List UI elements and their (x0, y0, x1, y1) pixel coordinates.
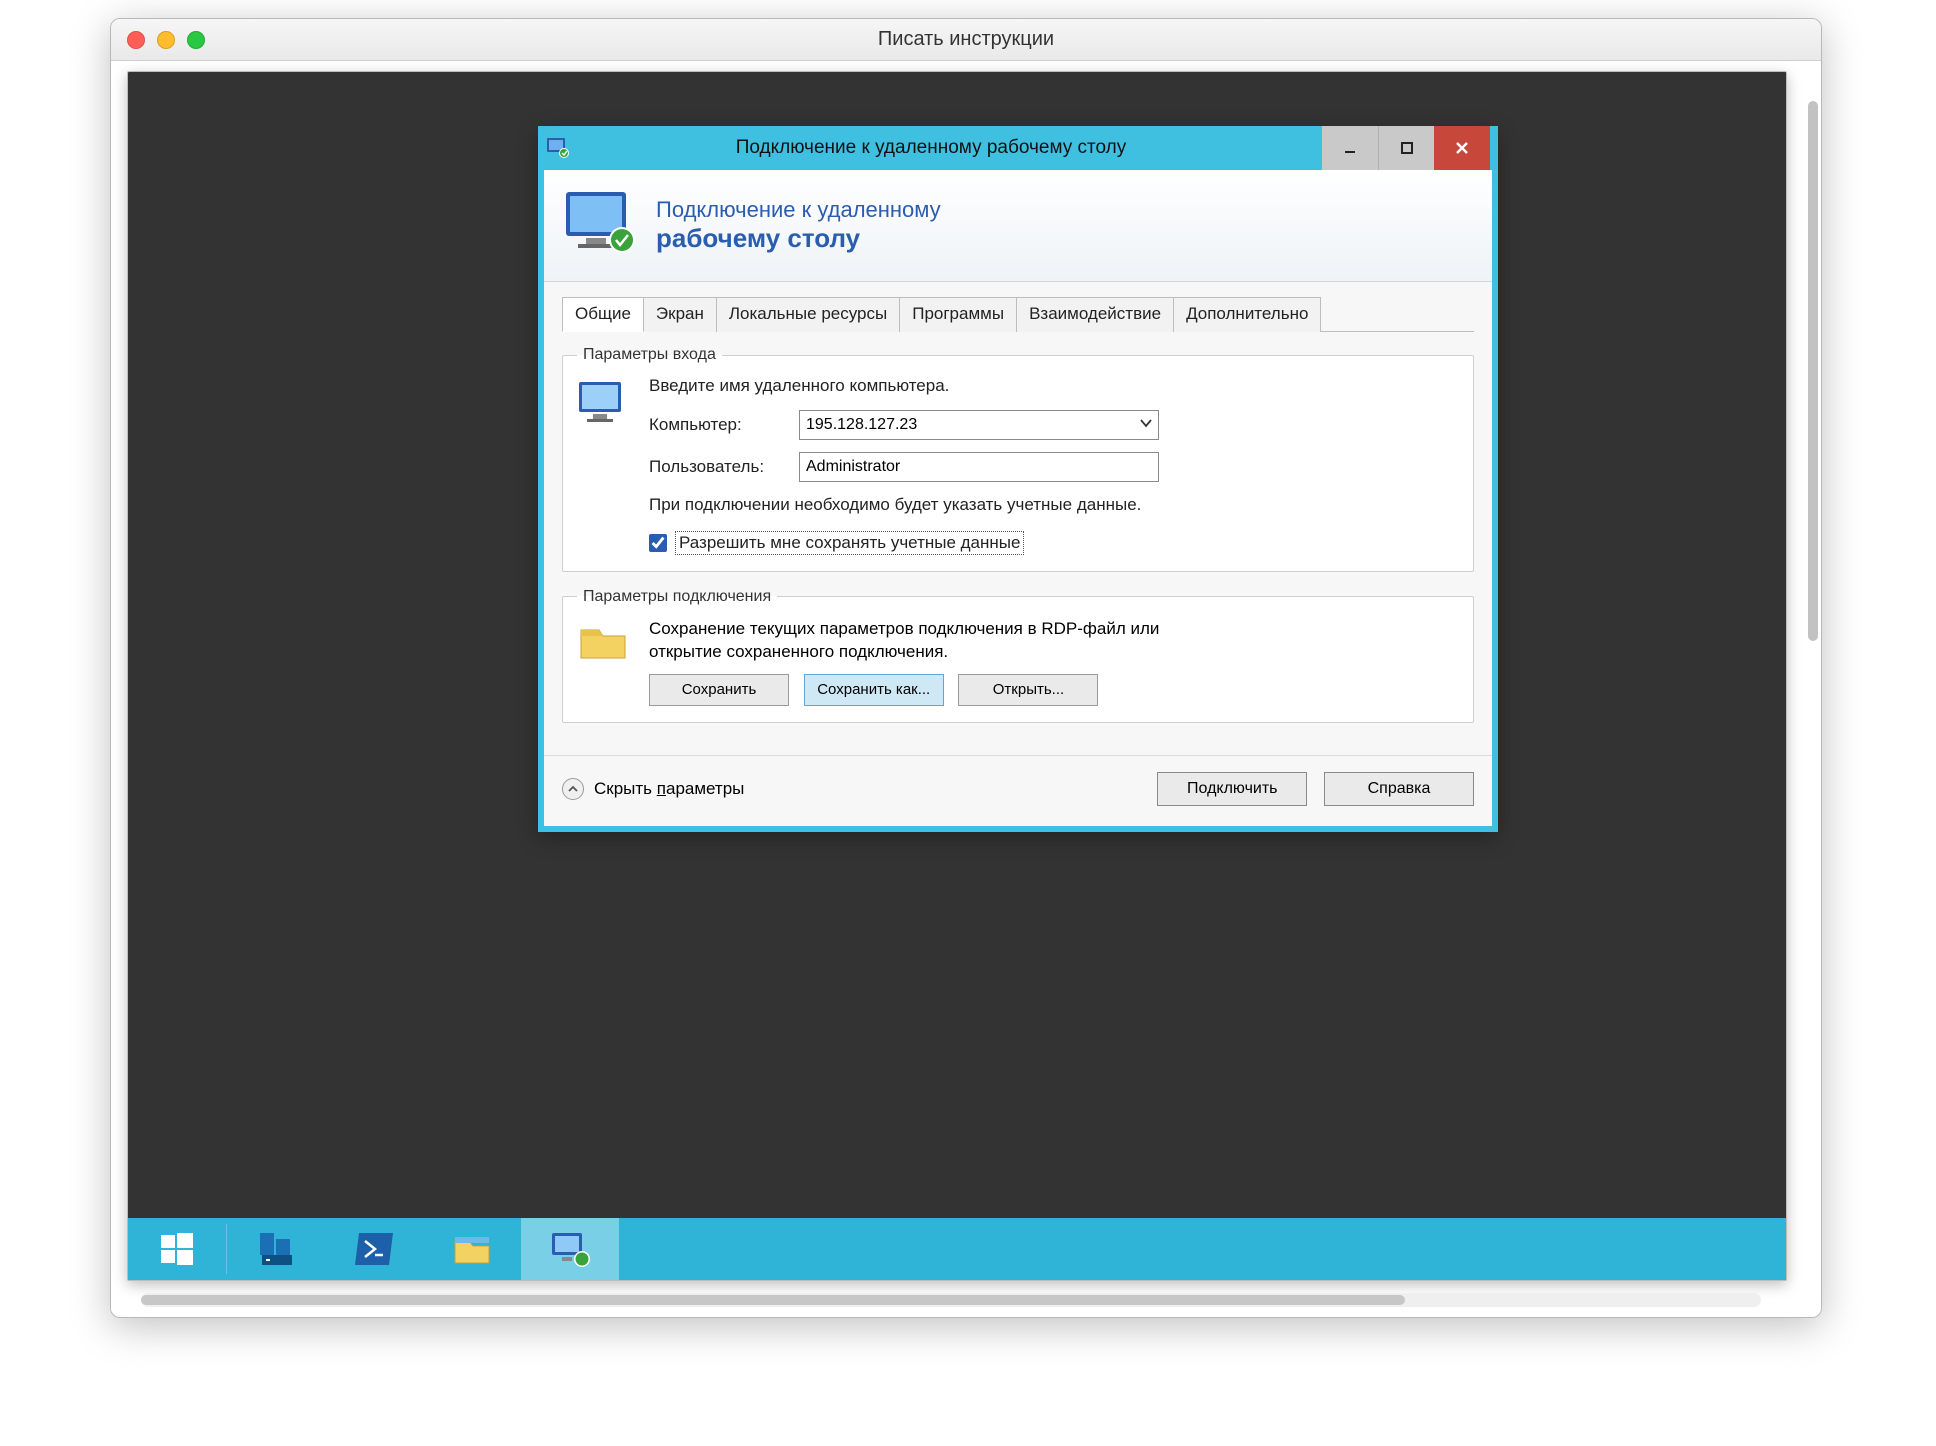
username-input[interactable] (799, 452, 1159, 482)
rdc-header-line1: Подключение к удаленному (656, 197, 941, 223)
save-button[interactable]: Сохранить (649, 674, 789, 706)
login-intro: Введите имя удаленного компьютера. (649, 376, 1459, 396)
rdc-window: Подключение к удаленному рабочему столу (538, 126, 1498, 832)
computer-label: Компьютер: (649, 415, 799, 435)
powershell-icon (353, 1231, 395, 1267)
monitor-icon (562, 188, 642, 263)
tab-programs[interactable]: Программы (900, 297, 1017, 332)
connection-settings-group: Параметры подключения Сохранение текущих… (562, 588, 1474, 723)
vertical-scrollbar[interactable] (1805, 61, 1821, 1301)
remember-label[interactable]: Разрешить мне сохранять учетные данные (675, 531, 1024, 555)
close-button[interactable] (1434, 126, 1490, 170)
taskbar-powershell[interactable] (325, 1218, 423, 1280)
remember-credentials-checkbox[interactable] (649, 534, 667, 552)
zoom-icon[interactable] (187, 31, 205, 49)
maximize-button[interactable] (1378, 126, 1434, 170)
rdc-footer: Скрыть параметры Подключить Справка (544, 755, 1492, 826)
vm-desktop[interactable]: Подключение к удаленному рабочему столу (127, 71, 1787, 1281)
horizontal-scrollbar[interactable] (141, 1293, 1761, 1307)
mac-content: Подключение к удаленному рабочему столу (111, 61, 1821, 1317)
mac-window: Писать инструкции Подключение к удаленно… (110, 18, 1822, 1318)
taskbar-file-explorer[interactable] (423, 1218, 521, 1280)
window-buttons (1322, 126, 1490, 170)
login-settings-group: Параметры входа Введите имя удаленного к… (562, 346, 1474, 572)
login-legend: Параметры входа (577, 346, 722, 364)
conn-text: Сохранение текущих параметров подключени… (649, 618, 1209, 664)
tab-display[interactable]: Экран (644, 297, 717, 332)
start-button[interactable] (128, 1218, 226, 1280)
tab-advanced[interactable]: Дополнительно (1174, 297, 1321, 332)
chevron-up-icon (562, 778, 584, 800)
taskbar-rdc[interactable] (521, 1218, 619, 1280)
computer-icon (577, 376, 633, 555)
computer-combobox[interactable] (799, 410, 1159, 440)
open-button[interactable]: Открыть... (958, 674, 1098, 706)
help-button[interactable]: Справка (1324, 772, 1474, 806)
tabs-bar: Общие Экран Локальные ресурсы Программы … (562, 296, 1474, 332)
traffic-lights (127, 31, 205, 49)
rdc-header-line2: рабочему столу (656, 223, 941, 254)
collapse-options-link[interactable]: Скрыть параметры (562, 778, 1135, 800)
server-manager-icon (256, 1229, 296, 1269)
conn-legend: Параметры подключения (577, 588, 777, 606)
minimize-button[interactable] (1322, 126, 1378, 170)
mac-window-title: Писать инструкции (878, 28, 1054, 51)
rdc-header: Подключение к удаленному рабочему столу (544, 170, 1492, 282)
tab-general[interactable]: Общие (562, 297, 644, 332)
minimize-icon[interactable] (157, 31, 175, 49)
close-icon[interactable] (127, 31, 145, 49)
rdc-titlebar[interactable]: Подключение к удаленному рабочему столу (538, 126, 1498, 170)
rdc-window-title: Подключение к удаленному рабочему столу (540, 137, 1322, 159)
windows-taskbar[interactable] (128, 1218, 1786, 1280)
rdc-body: Общие Экран Локальные ресурсы Программы … (544, 282, 1492, 755)
taskbar-server-manager[interactable] (227, 1218, 325, 1280)
tab-experience[interactable]: Взаимодействие (1017, 297, 1174, 332)
windows-logo-icon (159, 1231, 195, 1267)
rdc-icon (548, 1229, 592, 1269)
credentials-note: При подключении необходимо будет указать… (649, 494, 1149, 517)
file-explorer-icon (451, 1231, 493, 1267)
connect-button[interactable]: Подключить (1157, 772, 1307, 806)
save-as-button[interactable]: Сохранить как... (804, 674, 944, 706)
tab-local-resources[interactable]: Локальные ресурсы (717, 297, 900, 332)
collapse-label: Скрыть параметры (594, 779, 744, 799)
user-label: Пользователь: (649, 457, 799, 477)
folder-icon (577, 618, 633, 706)
mac-titlebar[interactable]: Писать инструкции (111, 19, 1821, 61)
